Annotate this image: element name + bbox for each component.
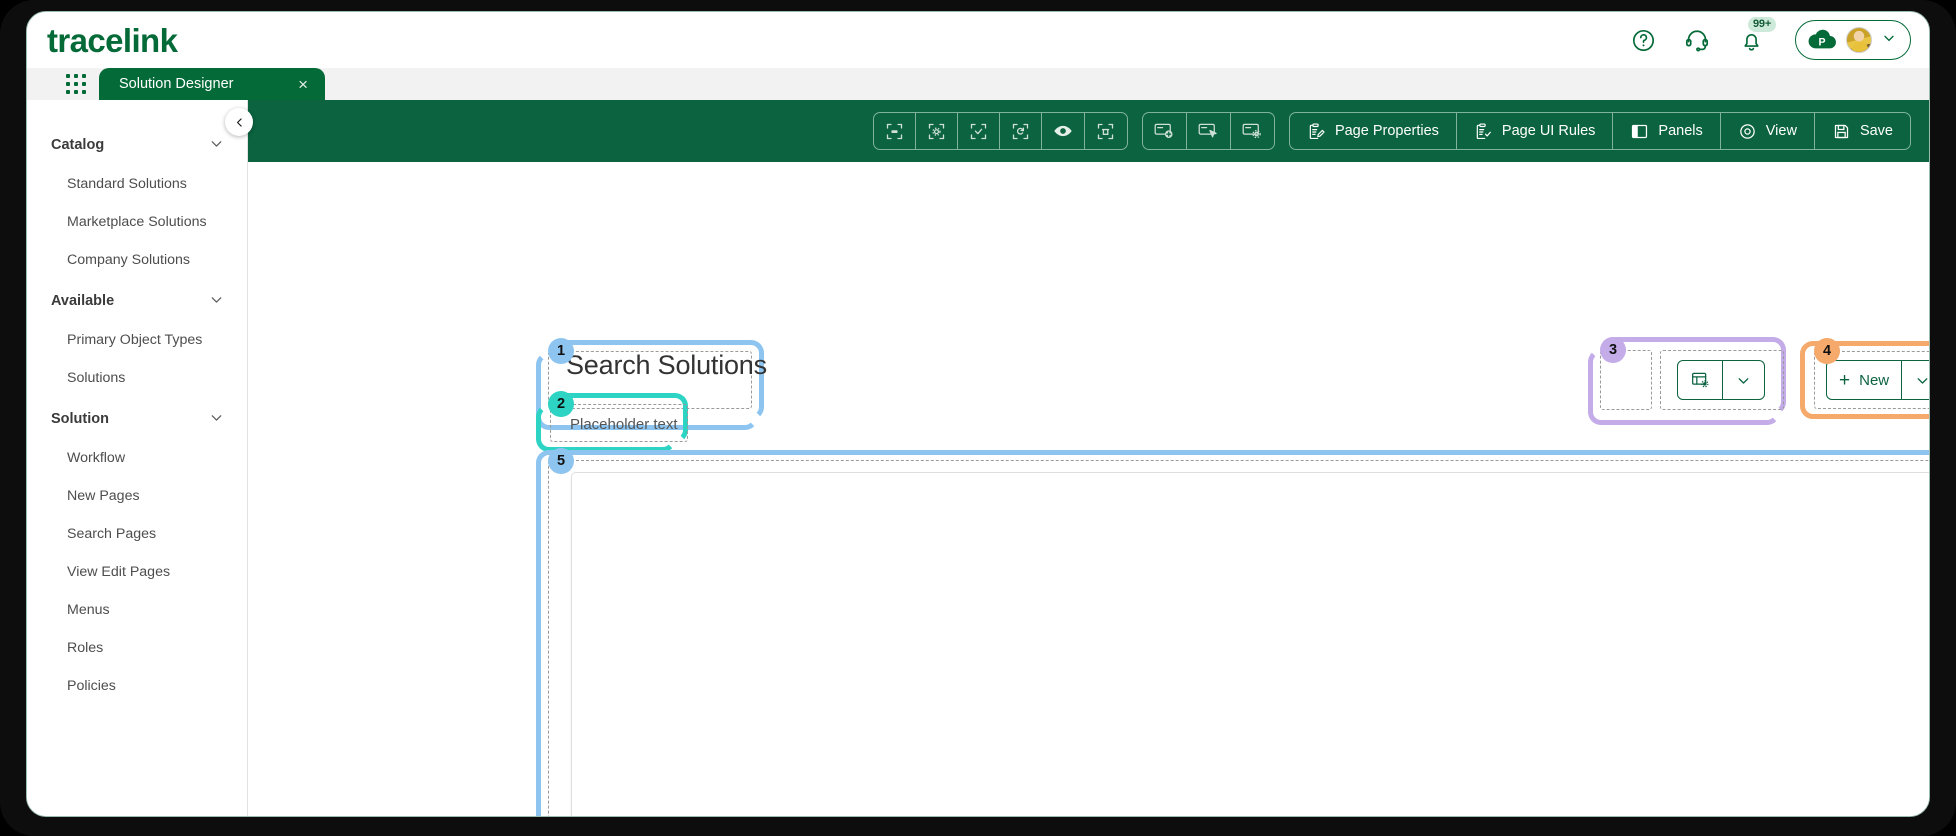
- clipboard-edit-icon: [1307, 122, 1326, 141]
- sidebar-item-roles[interactable]: Roles: [27, 632, 247, 664]
- sidebar-group-label: Solution: [51, 411, 109, 427]
- table-settings-icon[interactable]: [1678, 361, 1723, 399]
- panel-tools-group: [1141, 112, 1275, 150]
- button-label: Panels: [1658, 123, 1703, 139]
- table-body: [572, 473, 1929, 816]
- placeholder-text: Placeholder text: [570, 416, 678, 433]
- grid-view-control: [1677, 360, 1765, 400]
- header-actions: 99+ P: [1629, 17, 1911, 60]
- chevron-down-icon[interactable]: [1723, 361, 1764, 399]
- help-icon[interactable]: [1629, 26, 1657, 54]
- preview-eye-icon[interactable]: [1042, 113, 1085, 149]
- sidebar-item-view-edit-pages[interactable]: View Edit Pages: [27, 556, 247, 588]
- sidebar-item-marketplace-solutions[interactable]: Marketplace Solutions: [27, 206, 247, 238]
- sidebar-item-workflow[interactable]: Workflow: [27, 442, 247, 474]
- clipboard-check-icon: [1474, 122, 1493, 141]
- page-properties-button[interactable]: Page Properties: [1290, 113, 1457, 149]
- sidebar-item-menus[interactable]: Menus: [27, 594, 247, 626]
- cloud-p-icon: P: [1807, 29, 1837, 51]
- results-table-card: Rows per page 10 1 – 100 of 10,000+ item…: [571, 472, 1929, 816]
- app-body: Catalog Standard Solutions Marketplace S…: [27, 100, 1929, 816]
- close-icon[interactable]: ×: [293, 76, 313, 93]
- new-button[interactable]: + New: [1827, 361, 1903, 399]
- chevron-down-icon[interactable]: [208, 135, 225, 156]
- button-label: Save: [1859, 123, 1893, 139]
- sidebar-group-solution[interactable]: Solution: [27, 402, 247, 436]
- panels-layout-icon: [1630, 122, 1649, 141]
- sidebar-item-standard-solutions[interactable]: Standard Solutions: [27, 168, 247, 200]
- chevron-down-icon: [1881, 30, 1897, 51]
- notification-count-badge: 99+: [1748, 17, 1777, 33]
- headset-support-icon[interactable]: [1683, 26, 1711, 54]
- panel-select-icon[interactable]: [1187, 113, 1231, 149]
- sidebar-item-company-solutions[interactable]: Company Solutions: [27, 244, 247, 276]
- profile-menu[interactable]: P: [1795, 20, 1911, 60]
- frame-tools-group: [872, 112, 1128, 150]
- callout-number-1: 1: [548, 338, 574, 364]
- frame-settings-icon[interactable]: [916, 113, 958, 149]
- callout-number-5: 5: [548, 448, 574, 474]
- device-frame: tracelink 99+ P Solution Designer × Cata…: [0, 0, 1956, 836]
- tab-strip: Solution Designer ×: [27, 68, 1929, 100]
- sidebar-item-new-pages[interactable]: New Pages: [27, 480, 247, 512]
- panel-settings-icon[interactable]: [1231, 113, 1274, 149]
- view-button[interactable]: View: [1721, 113, 1815, 149]
- sidebar-group-label: Available: [51, 293, 115, 309]
- chevron-down-icon[interactable]: [208, 291, 225, 312]
- sidebar-group-catalog[interactable]: Catalog: [27, 128, 247, 162]
- sidebar-item-search-pages[interactable]: Search Pages: [27, 518, 247, 550]
- sidebar-item-solutions[interactable]: Solutions: [27, 362, 247, 394]
- page-ui-rules-button[interactable]: Page UI Rules: [1457, 113, 1614, 149]
- frame-check-icon[interactable]: [958, 113, 1000, 149]
- application-window: tracelink 99+ P Solution Designer × Cata…: [26, 11, 1930, 817]
- designer-action-group: Page Properties Page UI Rules Panels Vie…: [1288, 112, 1911, 150]
- frame-delete-icon[interactable]: [1085, 113, 1127, 149]
- plus-icon: +: [1839, 369, 1851, 391]
- new-button-group: + New: [1826, 360, 1929, 400]
- page-title: Search Solutions: [566, 350, 767, 380]
- sidebar-collapse-button[interactable]: [225, 108, 253, 136]
- panels-button[interactable]: Panels: [1613, 113, 1721, 149]
- panel-add-icon[interactable]: [1143, 113, 1187, 149]
- page-design-area: Search Solutions 1 Placeholder text 2 3 …: [248, 162, 1929, 816]
- sidebar-group-label: Catalog: [51, 137, 105, 153]
- sidebar-item-policies[interactable]: Policies: [27, 670, 247, 702]
- button-label: View: [1765, 123, 1797, 139]
- designer-toolbar: Page Properties Page UI Rules Panels Vie…: [248, 100, 1929, 162]
- frame-refresh-icon[interactable]: [1000, 113, 1042, 149]
- button-label: Page Properties: [1334, 123, 1439, 139]
- chevron-down-icon[interactable]: [208, 409, 225, 430]
- designer-canvas: Page Properties Page UI Rules Panels Vie…: [248, 100, 1929, 816]
- frame-field-icon[interactable]: [874, 113, 916, 149]
- callout-number-4: 4: [1814, 338, 1840, 364]
- button-label: Page UI Rules: [1501, 123, 1596, 139]
- tab-label: Solution Designer: [119, 76, 234, 92]
- tab-solution-designer[interactable]: Solution Designer ×: [99, 68, 325, 100]
- sidebar-navigation: Catalog Standard Solutions Marketplace S…: [27, 100, 248, 816]
- sidebar-item-primary-object-types[interactable]: Primary Object Types: [27, 324, 247, 356]
- app-grid-icon[interactable]: [65, 73, 87, 95]
- top-header-bar: tracelink 99+ P: [27, 12, 1929, 68]
- floppy-save-icon: [1832, 122, 1851, 141]
- svg-text:P: P: [1818, 36, 1825, 48]
- new-button-label: New: [1859, 371, 1890, 389]
- tracelink-logo: tracelink: [47, 21, 178, 59]
- chevron-down-icon[interactable]: [1902, 361, 1929, 399]
- callout-number-2: 2: [548, 391, 574, 417]
- save-button[interactable]: Save: [1815, 113, 1910, 149]
- avatar: [1846, 27, 1872, 53]
- eye-circle-icon: [1738, 122, 1757, 141]
- notifications-bell-icon[interactable]: 99+: [1737, 17, 1777, 54]
- sidebar-group-available[interactable]: Available: [27, 284, 247, 318]
- callout-number-3: 3: [1600, 337, 1626, 363]
